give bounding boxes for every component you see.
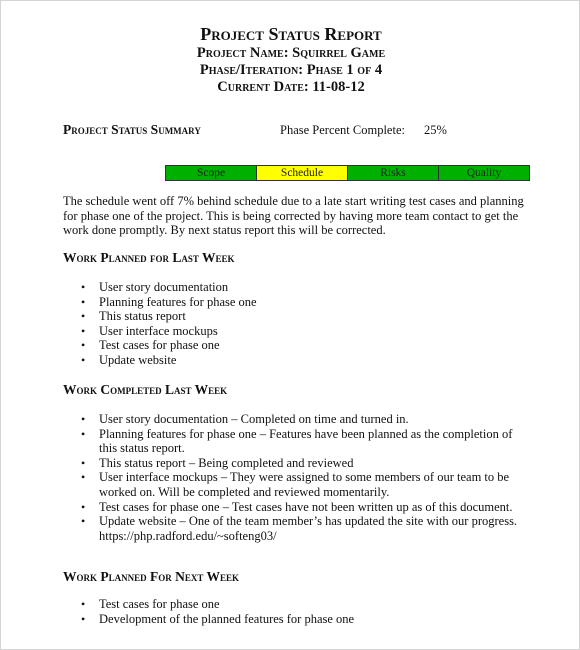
planned-next-week-heading: Work Planned For Next Week [63, 569, 240, 584]
list-item: • Update website – One of the team member… [63, 514, 533, 543]
list-item-text: Planning features for phase one [99, 294, 257, 309]
list-item: • User interface mockups – They were assi… [63, 470, 533, 499]
bullet-icon: • [81, 294, 86, 309]
list-item: • User interface mockups [63, 324, 533, 339]
bullet-icon: • [81, 455, 86, 470]
list-item-text: User interface mockups – They were assig… [99, 470, 510, 499]
list-item-text: Test cases for phase one [99, 597, 220, 611]
bullet-icon: • [81, 280, 86, 294]
list-item: • Development of the planned features for… [63, 612, 533, 627]
phase-percent-value: 25% [424, 123, 447, 137]
planned-next-week-list: • Test cases for phase one • Development of… [63, 597, 533, 626]
bullet-icon: • [81, 611, 86, 626]
phase-iteration: Phase/Iteration: Phase 1 of 4 [199, 62, 383, 78]
report-header: Project Status Report Project Name: Squi… [1, 23, 580, 96]
bullet-icon: • [81, 338, 86, 353]
status-summary-heading: Project Status Summary [63, 122, 201, 137]
status-cell-schedule: Schedule [256, 166, 347, 180]
bullet-icon: • [81, 323, 86, 338]
schedule-note: The schedule went off 7% behind schedule… [63, 194, 524, 237]
planned-last-week-heading: Work Planned for Last Week [63, 250, 235, 265]
list-item: • This status report – Being completed an… [63, 456, 533, 471]
bullet-icon: • [81, 309, 86, 324]
bullet-icon: • [81, 470, 86, 485]
list-item: • Test cases for phase one – Test cases h… [63, 500, 533, 515]
list-item: • Update website [63, 353, 533, 368]
project-name: Project Name: Squirrel Game [196, 45, 386, 61]
list-item: • Planning features for phase one – Featu… [63, 427, 533, 456]
bullet-icon: • [81, 499, 86, 514]
list-item-text: This status report – Being completed and… [99, 455, 354, 470]
completed-last-week-list: • User story documentation – Completed on… [63, 412, 533, 543]
list-item: • User story documentation [63, 280, 533, 295]
list-item-text: Test cases for phase one [99, 338, 220, 353]
planned-last-week-list: • User story documentation • Planning featu… [63, 280, 533, 368]
list-item: • Test cases for phase one [63, 597, 533, 612]
bullet-icon: • [81, 352, 86, 367]
list-item: • This status report [63, 309, 533, 324]
completed-last-week-heading: Work Completed Last Week [63, 382, 228, 397]
list-item-text: Planning features for phase one – Featur… [99, 426, 513, 456]
list-item-text: Update website [99, 352, 177, 367]
bullet-icon: • [81, 514, 86, 529]
list-item-text: This status report [99, 309, 186, 324]
list-item-text: Test cases for phase one – Test cases ha… [99, 499, 513, 514]
list-item-text: User story documentation – Completed on … [99, 412, 409, 426]
list-item-text: Update website – One of the team member’… [99, 514, 518, 543]
list-item: • Test cases for phase one [63, 338, 533, 353]
list-item: • Planning features for phase one [63, 295, 533, 310]
status-cell-risks: Risks [347, 166, 438, 180]
status-summary-row: Project Status Summary Phase Percent Com… [63, 122, 533, 140]
document-page: Project Status Report Project Name: Squi… [0, 0, 580, 650]
phase-percent-label: Phase Percent Complete: [280, 123, 405, 137]
status-cell-scope: Scope [166, 166, 256, 180]
list-item-text: User interface mockups [99, 323, 218, 338]
list-item-text: User story documentation [99, 280, 229, 294]
bullet-icon: • [81, 597, 86, 611]
bullet-icon: • [81, 412, 86, 426]
list-item-text: Development of the planned features for … [99, 611, 355, 626]
bullet-icon: • [81, 426, 86, 441]
status-indicator-bar: Scope Schedule Risks Quality [165, 165, 530, 181]
current-date: Current Date: 11-08-12 [217, 79, 365, 95]
list-item: • User story documentation – Completed on… [63, 412, 533, 427]
report-title: Project Status Report [200, 24, 382, 44]
status-cell-quality: Quality [438, 166, 529, 180]
